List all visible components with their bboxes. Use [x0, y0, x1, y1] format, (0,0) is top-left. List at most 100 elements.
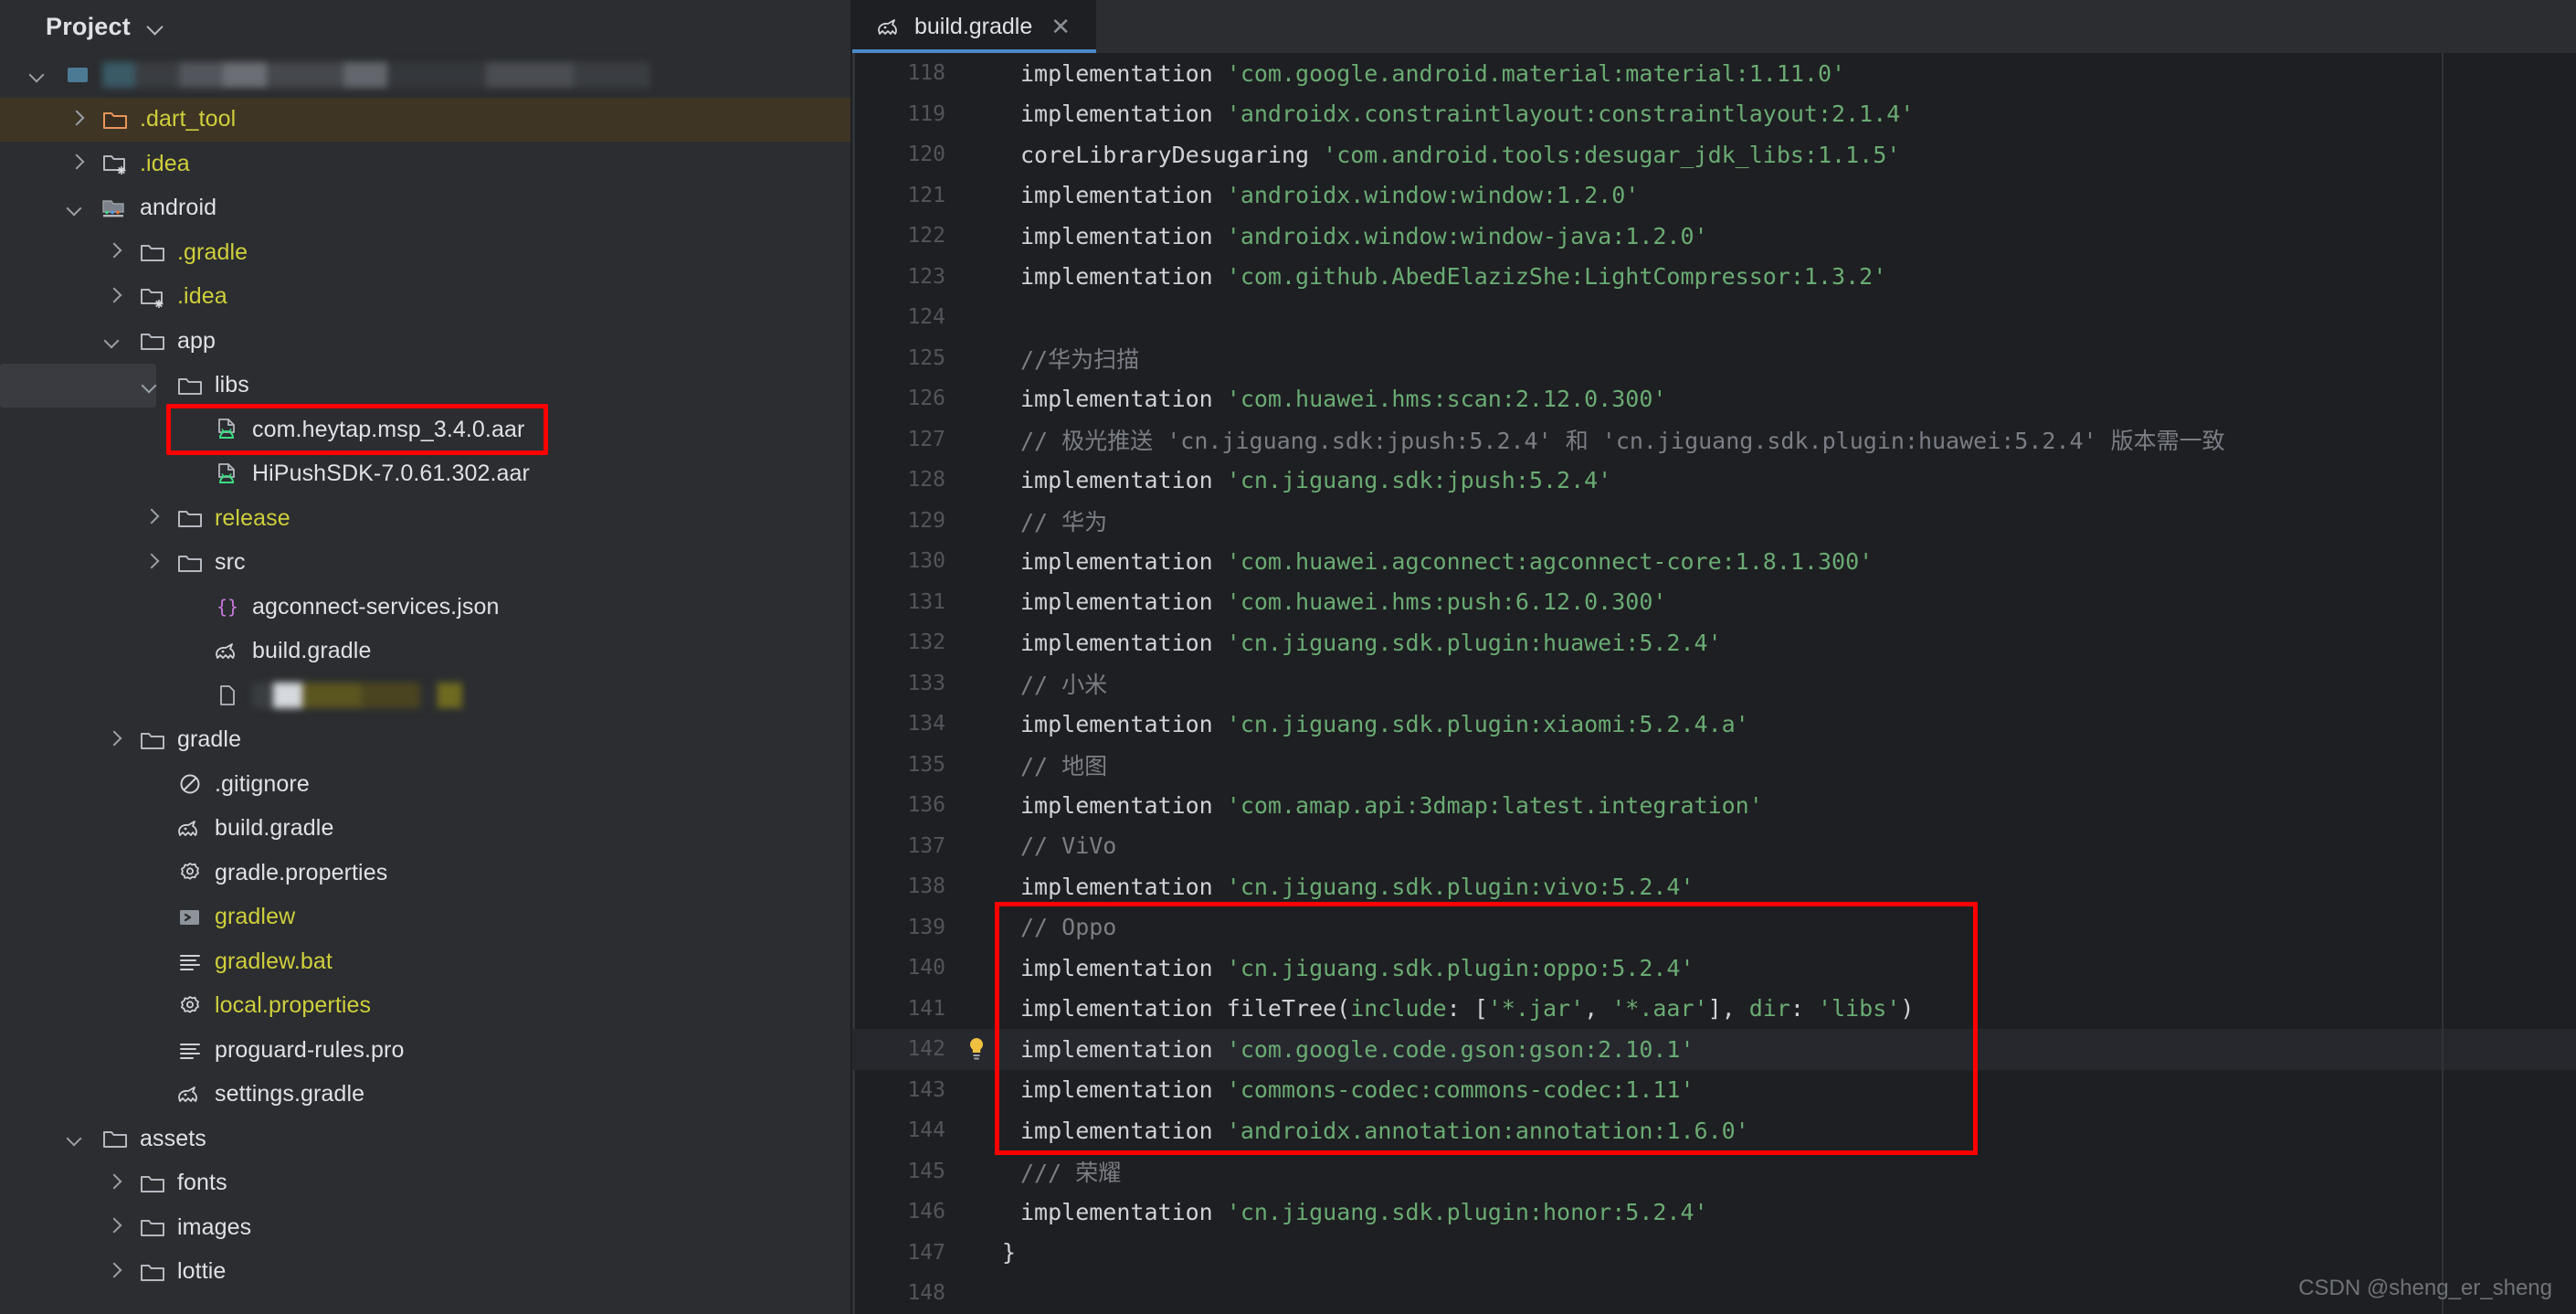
tree-item-src[interactable]: src — [0, 541, 850, 586]
chevron-right-icon[interactable] — [65, 108, 89, 132]
tree-item-settings-gradle[interactable]: settings.gradle — [0, 1073, 850, 1118]
tree-item-lottie[interactable]: lottie — [0, 1250, 850, 1295]
code-line[interactable]: 140 implementation 'cn.jiguang.sdk.plugin… — [852, 948, 2576, 989]
close-icon[interactable]: ✕ — [1045, 15, 1076, 38]
code-text: implementation 'cn.jiguang.sdk.plugin:hu… — [1020, 629, 1722, 656]
tree-item-agconnect-services-json[interactable]: {} agconnect-services.json — [0, 585, 850, 630]
code-text: implementation 'cn.jiguang.sdk.plugin:op… — [1020, 954, 1694, 981]
chevron-right-icon[interactable] — [65, 152, 89, 175]
tree-item-gitignore[interactable]: .gitignore — [0, 762, 850, 807]
tree-item-redacted[interactable] — [0, 673, 850, 718]
code-line[interactable]: 124 — [852, 297, 2576, 338]
chevron-down-icon[interactable] — [65, 196, 89, 220]
code-line[interactable]: 133 // 小米 — [852, 663, 2576, 705]
tree-item-gradle[interactable]: .gradle — [0, 230, 850, 275]
line-number: 140 — [907, 956, 945, 980]
tree-item-idea[interactable]: .idea — [0, 142, 850, 186]
code-line[interactable]: 130 implementation 'com.huawei.agconnect:… — [852, 541, 2576, 582]
code-line[interactable]: 143 implementation 'commons-codec:commons… — [852, 1070, 2576, 1111]
code-line[interactable]: 121 implementation 'androidx.window:windo… — [852, 175, 2576, 217]
code-line[interactable]: 132 implementation 'cn.jiguang.sdk.plugin… — [852, 622, 2576, 663]
tree-item-release[interactable]: release — [0, 496, 850, 541]
chevron-right-icon[interactable] — [102, 240, 126, 264]
chevron-down-icon[interactable] — [65, 1127, 89, 1150]
chevron-right-icon[interactable] — [102, 728, 126, 752]
code-line[interactable]: 128 implementation 'cn.jiguang.sdk:jpush:… — [852, 460, 2576, 501]
code-line[interactable]: 129 // 华为 — [852, 501, 2576, 542]
shell-script-icon — [174, 904, 206, 931]
code-line[interactable]: 123 implementation 'com.github.AbedElaziz… — [852, 257, 2576, 298]
tree-item-com-heytap-msp-3-4-0-aar[interactable]: com.heytap.msp_3.4.0.aar — [0, 408, 850, 452]
code-line[interactable]: 136 implementation 'com.amap.api:3dmap:la… — [852, 785, 2576, 826]
code-line[interactable]: 119 implementation 'androidx.constraintla… — [852, 94, 2576, 135]
tree-item-build-gradle[interactable]: build.gradle — [0, 807, 850, 852]
code-content[interactable]: 118 implementation 'com.google.android.ma… — [852, 53, 2576, 1314]
code-line[interactable]: 146 implementation 'cn.jiguang.sdk.plugin… — [852, 1192, 2576, 1233]
code-line[interactable]: 142 implementation 'com.google.code.gson:… — [852, 1029, 2576, 1070]
chevron-down-icon[interactable] — [27, 63, 51, 87]
code-line[interactable]: 139 // Oppo — [852, 907, 2576, 948]
tree-item-gradlew[interactable]: gradlew — [0, 895, 850, 940]
tree-item-redacted[interactable] — [0, 53, 850, 98]
tree-item-android[interactable]: android — [0, 186, 850, 231]
code-line[interactable]: 145 /// 荣耀 — [852, 1151, 2576, 1192]
tree-item-fonts[interactable]: fonts — [0, 1161, 850, 1206]
gradle-file-icon — [876, 16, 902, 37]
tab-build-gradle[interactable]: build.gradle ✕ — [852, 0, 1097, 53]
chevron-down-icon[interactable] — [102, 329, 126, 353]
line-number: 142 — [907, 1037, 945, 1062]
code-line[interactable]: 126 implementation 'com.huawei.hms:scan:2… — [852, 378, 2576, 419]
tree-item-app[interactable]: app — [0, 319, 850, 364]
tree-item-local-properties[interactable]: local.properties — [0, 984, 850, 1029]
tree-item-hipushsdk-7-0-61-302-aar[interactable]: HiPushSDK-7.0.61.302.aar — [0, 452, 850, 497]
chevron-right-icon[interactable] — [140, 506, 164, 530]
lightbulb-icon[interactable] — [955, 1035, 998, 1063]
folder-excluded-icon — [100, 106, 131, 133]
tree-item-label: src — [215, 549, 246, 576]
code-line[interactable]: 120 coreLibraryDesugaring 'com.android.to… — [852, 134, 2576, 175]
tree-item-build-gradle[interactable]: build.gradle — [0, 630, 850, 674]
code-line[interactable]: 125 //华为扫描 — [852, 338, 2576, 379]
chevron-right-icon[interactable] — [102, 285, 126, 309]
code-line[interactable]: 135 // 地图 — [852, 745, 2576, 786]
chevron-down-icon[interactable] — [147, 17, 165, 36]
tree-item-proguard-rules-pro[interactable]: proguard-rules.pro — [0, 1028, 850, 1073]
tree-item-assets[interactable]: assets — [0, 1117, 850, 1161]
chevron-right-icon[interactable] — [102, 1171, 126, 1195]
chevron-down-icon[interactable] — [140, 374, 164, 397]
code-line[interactable]: 131 implementation 'com.huawei.hms:push:6… — [852, 582, 2576, 623]
project-file-tree[interactable]: .dart_tool .idea android .gradle .idea app lib… — [0, 53, 850, 1314]
tree-item-gradle[interactable]: gradle — [0, 718, 850, 763]
code-line[interactable]: 137 // ViVo — [852, 826, 2576, 867]
sidebar-header: Project — [0, 0, 850, 53]
code-line[interactable]: 134 implementation 'cn.jiguang.sdk.plugin… — [852, 704, 2576, 745]
tree-item-idea[interactable]: .idea — [0, 275, 850, 320]
code-line[interactable]: 138 implementation 'cn.jiguang.sdk.plugin… — [852, 866, 2576, 907]
chevron-right-icon[interactable] — [140, 551, 164, 575]
code-line[interactable]: 141 implementation fileTree(include: ['*.… — [852, 989, 2576, 1030]
code-line[interactable]: 147} — [852, 1233, 2576, 1274]
tree-item-dart-tool[interactable]: .dart_tool — [0, 97, 850, 142]
line-number: 123 — [907, 264, 945, 289]
code-line[interactable]: 118 implementation 'com.google.android.ma… — [852, 53, 2576, 94]
code-text: implementation 'androidx.constraintlayou… — [1020, 101, 1915, 128]
line-number: 126 — [907, 387, 945, 411]
tree-item-libs[interactable]: libs — [0, 363, 249, 408]
line-number: 144 — [907, 1118, 945, 1143]
tree-item-gradlew-bat[interactable]: gradlew.bat — [0, 939, 850, 984]
code-line[interactable]: 122 implementation 'androidx.window:windo… — [852, 216, 2576, 257]
tree-item-images[interactable]: images — [0, 1205, 850, 1250]
chevron-right-icon[interactable] — [102, 1215, 126, 1239]
code-line[interactable]: 144 implementation 'androidx.annotation:a… — [852, 1110, 2576, 1151]
tree-item-gradle-properties[interactable]: gradle.properties — [0, 851, 850, 895]
code-text: /// 荣耀 — [1020, 1159, 1122, 1186]
chevron-right-icon[interactable] — [102, 1260, 126, 1284]
tree-item-label: agconnect-services.json — [252, 593, 500, 620]
line-number: 124 — [907, 305, 945, 330]
code-line[interactable]: 127 // 极光推送 'cn.jiguang.sdk:jpush:5.2.4' … — [852, 419, 2576, 461]
